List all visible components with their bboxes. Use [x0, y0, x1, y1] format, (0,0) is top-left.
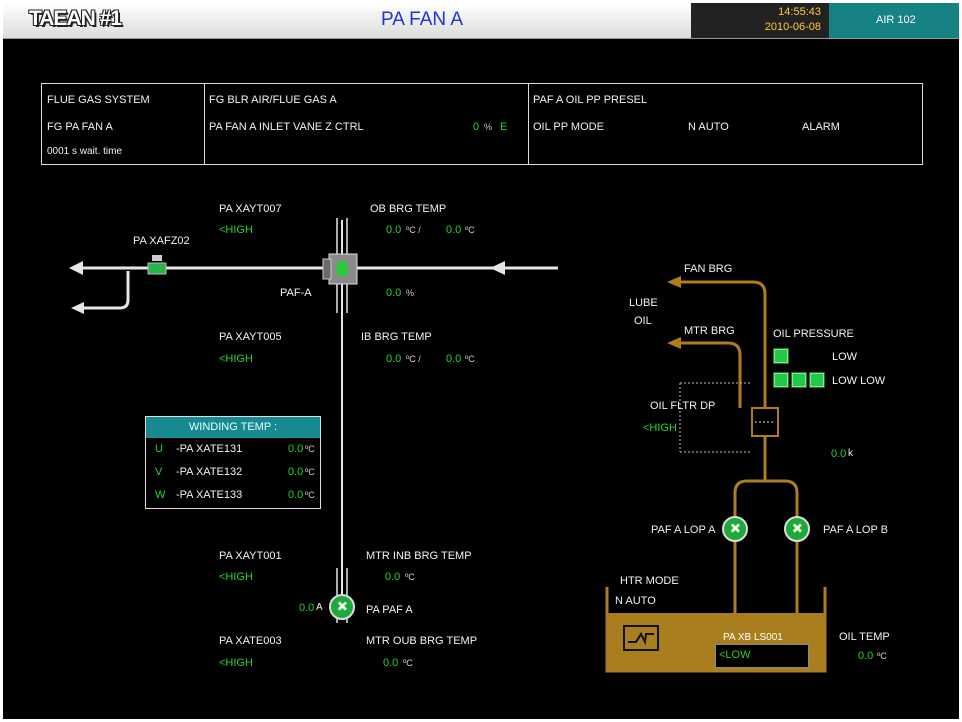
winding-value: 0.0	[288, 489, 304, 501]
oil-fltr-dp-status: <HIGH	[643, 422, 677, 434]
ib-brg-status: <HIGH	[219, 353, 253, 365]
lop-b-label: PAF A LOP B	[823, 524, 889, 536]
ib-brg-value-1: 0.0	[386, 353, 402, 365]
oil-dp-value: 0.0	[831, 448, 847, 460]
mtr-oub-unit: ºC	[403, 658, 413, 668]
ib-brg-unit-2: ºC	[465, 354, 475, 364]
process-lines	[69, 218, 827, 673]
damper-tag[interactable]: PA XAFZ02	[133, 235, 190, 247]
oil-press-lowlow-lamp	[774, 373, 788, 387]
winding-phase: V	[155, 466, 163, 478]
ib-brg-value-2: 0.0	[446, 353, 462, 365]
winding-row[interactable]: V -PA XATE132 0.0 ºC	[146, 466, 320, 486]
ob-brg-status: <HIGH	[219, 224, 253, 236]
fan-status-icon	[336, 261, 348, 277]
oil-line-fan-brg	[678, 280, 767, 408]
mtr-oub-tag[interactable]: PA XATE003	[219, 635, 282, 647]
fan-label[interactable]: PAF-A	[280, 287, 312, 299]
oil-press-lowlow-lamp	[810, 373, 824, 387]
mtr-brg-label: MTR BRG	[684, 325, 735, 337]
winding-temp-title: WINDING TEMP :	[146, 417, 320, 438]
lop-a-button[interactable]	[722, 516, 748, 542]
lube-oil-label-1: LUBE	[629, 297, 658, 309]
lop-a-label: PAF A LOP A	[651, 524, 716, 536]
mtr-inb-unit: ºC	[405, 572, 415, 582]
oil-fltr-dp-label[interactable]: OIL FLTR DP	[650, 400, 715, 412]
oil-temp-label: OIL TEMP	[839, 631, 890, 643]
motor-name: PA PAF A	[366, 604, 413, 616]
motor-current-unit: A	[316, 602, 323, 613]
motor-start-button[interactable]	[329, 594, 355, 620]
mtr-inb-status: <HIGH	[219, 571, 253, 583]
winding-row[interactable]: W -PA XATE133 0.0 ºC	[146, 489, 320, 509]
oil-line-mtr-brg	[678, 341, 742, 408]
ib-brg-unit-1: ºC /	[406, 354, 421, 364]
oil-tank: PA XB LS001 <LOW	[607, 613, 825, 671]
level-switch-box[interactable]: <LOW	[715, 644, 809, 668]
winding-unit: ºC	[305, 467, 315, 477]
motor-current-value: 0.0	[299, 602, 315, 614]
mtr-oub-status: <HIGH	[219, 657, 253, 669]
mtr-inb-tag[interactable]: PA XAYT001	[219, 550, 282, 562]
duct-arrow-in	[490, 261, 505, 275]
oil-press-low-label: LOW	[832, 351, 858, 363]
fan-brg-label: FAN BRG	[684, 263, 733, 275]
mtr-inb-value: 0.0	[385, 571, 401, 583]
winding-row[interactable]: U -PA XATE131 0.0 ºC	[146, 443, 320, 463]
oil-temp-value: 0.0	[858, 650, 874, 662]
level-switch-status: <LOW	[719, 649, 751, 661]
winding-value: 0.0	[288, 466, 304, 478]
oil-dp-unit: k	[848, 448, 853, 459]
ob-brg-unit-2: ºC	[465, 225, 475, 235]
ob-brg-tag[interactable]: PA XAYT007	[219, 203, 282, 215]
winding-tag: -PA XATE133	[176, 489, 243, 501]
htr-mode-value[interactable]: N AUTO	[615, 595, 656, 607]
fan-unit: %	[406, 288, 415, 298]
winding-unit: ºC	[305, 444, 315, 454]
mtr-inb-title: MTR INB BRG TEMP	[366, 550, 472, 562]
ib-brg-title: IB BRG TEMP	[361, 331, 432, 343]
ob-brg-unit-1: ºC /	[406, 225, 421, 235]
damper-icon	[147, 262, 167, 275]
fan-value: 0.0	[386, 287, 402, 299]
oil-temp-unit: ºC	[877, 651, 887, 661]
winding-phase: U	[155, 443, 163, 455]
winding-phase: W	[155, 489, 166, 501]
duct-arrow-left	[69, 261, 83, 275]
mtr-oub-value: 0.0	[383, 657, 399, 669]
ob-brg-value-2: 0.0	[446, 224, 462, 236]
duct-branch	[81, 271, 130, 310]
winding-temp-panel: WINDING TEMP : U -PA XATE131 0.0 ºC V -P…	[145, 416, 321, 509]
duct-branch-arrow	[71, 302, 84, 314]
ib-brg-tag[interactable]: PA XAYT005	[219, 331, 282, 343]
htr-mode-label: HTR MODE	[620, 575, 679, 587]
winding-tag: -PA XATE131	[176, 443, 243, 455]
damper-actuator-icon	[152, 255, 162, 261]
heater-icon[interactable]	[623, 625, 659, 651]
winding-tag: -PA XATE132	[176, 466, 243, 478]
ob-brg-title: OB BRG TEMP	[370, 203, 447, 215]
oil-press-lowlow-label: LOW LOW	[832, 375, 886, 387]
level-switch-tag: PA XB LS001	[723, 632, 783, 643]
winding-value: 0.0	[288, 443, 304, 455]
ob-brg-value-1: 0.0	[386, 224, 402, 236]
hmi-screen: TAEAN #1 PA FAN A 14:55:43 2010-06-08 AI…	[3, 3, 959, 719]
oil-press-lowlow-lamp	[792, 373, 806, 387]
mtr-oub-title: MTR OUB BRG TEMP	[366, 635, 478, 647]
winding-unit: ºC	[305, 490, 315, 500]
oil-press-low-lamp	[774, 349, 788, 363]
lube-oil-label-2: OIL	[634, 315, 652, 327]
oil-pressure-label: OIL PRESSURE	[773, 328, 854, 340]
lop-b-button[interactable]	[784, 516, 810, 542]
